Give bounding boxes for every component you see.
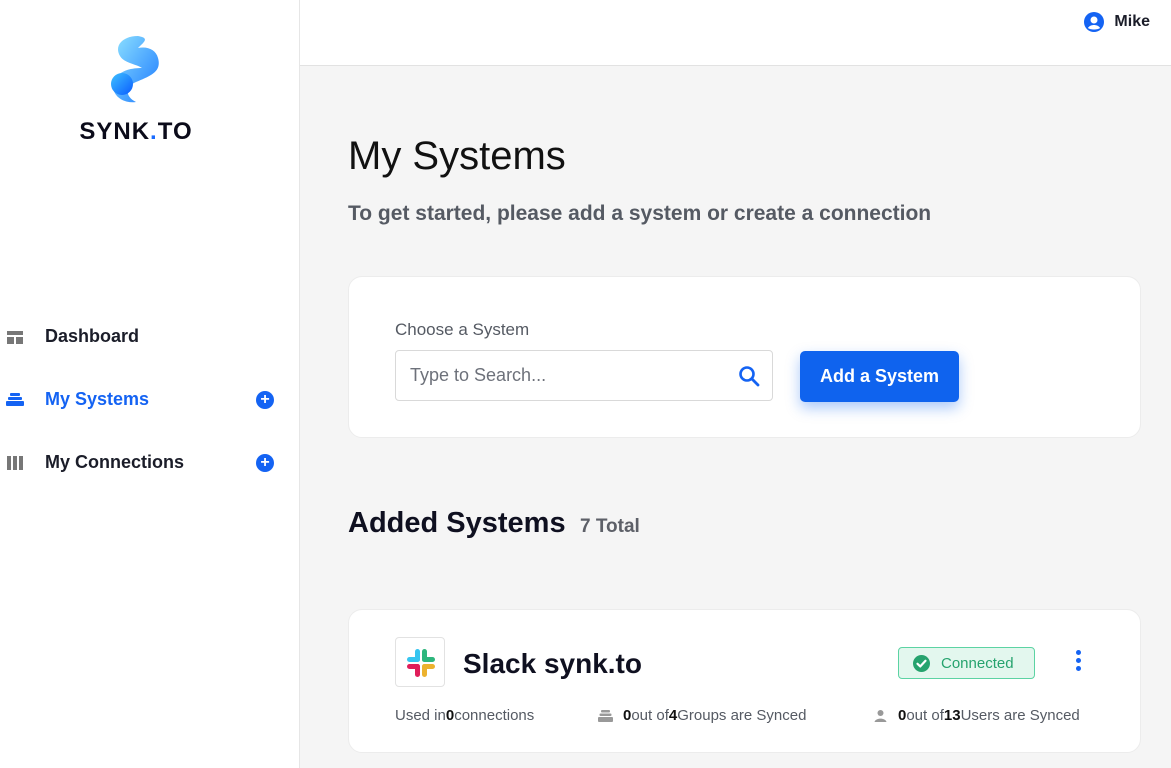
top-bar: Mike (300, 0, 1171, 66)
page-title: My Systems (348, 134, 566, 178)
status-badge: Connected (898, 647, 1035, 679)
sidebar-item-label: My Systems (45, 389, 150, 409)
add-connection-icon[interactable]: + (256, 453, 274, 472)
sidebar: SYNK.TO Dashboard My Systems + My Connec… (0, 0, 300, 768)
more-options-icon[interactable] (1071, 650, 1085, 676)
sidebar-item-my-connections[interactable]: My Connections + (0, 431, 300, 494)
slack-logo (395, 637, 445, 687)
search-icon[interactable] (738, 365, 760, 387)
slack-icon (407, 649, 435, 677)
synkto-wordmark: SYNK.TO (79, 118, 193, 145)
system-search-input[interactable] (410, 351, 730, 400)
choose-system-card: Choose a System Add a System (348, 276, 1141, 438)
systems-stack-icon (6, 392, 24, 406)
choose-system-label: Choose a System (395, 320, 530, 339)
user-icon (874, 709, 887, 722)
sidebar-item-dashboard[interactable]: Dashboard (0, 305, 300, 368)
groups-stack-icon (598, 709, 613, 722)
system-card-slack[interactable]: Slack synk.to Connected Used in 0 connec… (348, 609, 1141, 753)
check-circle-icon (913, 655, 930, 672)
system-name: Slack synk.to (463, 648, 642, 679)
add-system-icon[interactable]: + (256, 390, 274, 409)
sidebar-item-my-systems[interactable]: My Systems + (0, 368, 300, 431)
users-stat: 0 out of 13 Users are Synced (873, 707, 1080, 724)
groups-stat: 0 out of 4 Groups are Synced (598, 707, 806, 724)
user-circle-icon (1084, 12, 1105, 32)
sidebar-item-label: Dashboard (45, 326, 140, 346)
added-systems-count: 7 Total (580, 516, 640, 537)
synkto-logo-mark-icon (111, 36, 159, 103)
status-text: Connected (941, 655, 1014, 672)
dashboard-icon (7, 330, 23, 344)
page-subtitle: To get started, please add a system or c… (348, 202, 932, 225)
connections-stat: Used in 0 connections (395, 707, 535, 724)
add-system-button[interactable]: Add a System (800, 351, 959, 402)
sidebar-nav: Dashboard My Systems + My Connections + (0, 305, 300, 494)
user-name: Mike (1114, 13, 1150, 30)
added-systems-title: Added Systems (348, 507, 566, 539)
sidebar-item-label: My Connections (45, 452, 185, 472)
connections-columns-icon (7, 455, 23, 470)
user-menu[interactable]: Mike (1084, 12, 1150, 32)
synkto-logo[interactable]: SYNK.TO (70, 32, 202, 148)
system-search-field[interactable] (395, 350, 773, 401)
